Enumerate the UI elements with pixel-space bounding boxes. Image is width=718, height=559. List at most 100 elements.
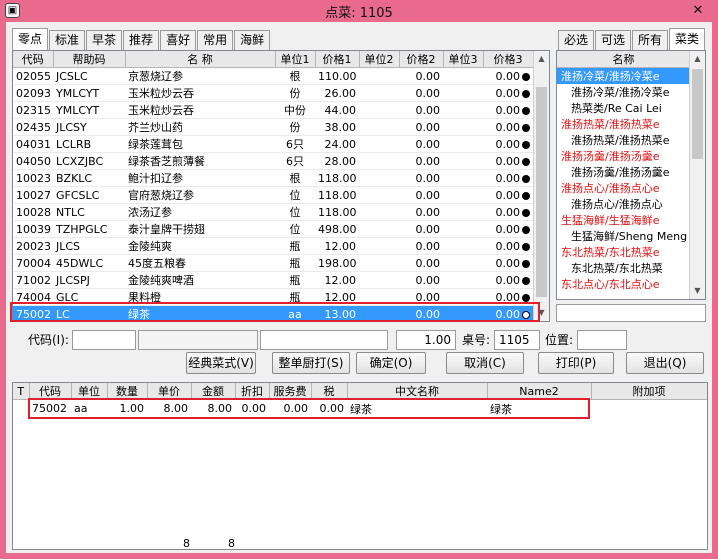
col-name[interactable]: 名 称 — [125, 51, 276, 68]
status-dot-icon — [522, 106, 530, 115]
col-price2[interactable]: 价格2 — [399, 51, 444, 68]
dish-row[interactable]: 71002 JLCSPJ 金陵纯爽啤酒瓶 12.00 0.00 0.00 — [13, 271, 533, 289]
category-item[interactable]: 淮扬汤羹/淮扬汤羹e — [557, 164, 691, 180]
print-button[interactable]: 打印(P) — [538, 352, 614, 374]
print-kitchen-button[interactable]: 整单厨打(S) — [272, 352, 350, 374]
col-amount[interactable]: 金额 — [191, 383, 236, 400]
category-item[interactable]: 淮扬冷菜/淮扬冷菜e — [557, 84, 691, 100]
tab-suoyou[interactable]: 所有 — [632, 30, 669, 50]
col-name2[interactable]: Name2 — [487, 383, 592, 400]
col-tax[interactable]: 税 — [311, 383, 348, 400]
order-row[interactable]: 75002 aa 1.00 8.00 8.00 0.00 0.00 0.00 绿… — [13, 400, 707, 418]
col-help[interactable]: 帮助码 — [53, 51, 126, 68]
category-item[interactable]: 淮扬点心/淮扬点心e — [557, 180, 691, 196]
dish-code: 10023 — [13, 169, 53, 187]
dish-row[interactable]: 10039 TZHPGLC 泰汁皇牌干捞翅位 498.00 0.00 0.00 — [13, 220, 533, 238]
dish-unit2 — [359, 220, 399, 238]
category-item[interactable]: 淮扬汤羹/淮扬汤羹e — [557, 148, 691, 164]
dish-row[interactable]: 10028 NTLC 浓汤辽参位 118.00 0.00 0.00 — [13, 203, 533, 221]
col-code[interactable]: 代码 — [29, 383, 72, 400]
col-quantity[interactable]: 数量 — [107, 383, 148, 400]
close-icon[interactable]: ✕ — [682, 0, 714, 22]
col-chinese-name[interactable]: 中文名称 — [347, 383, 488, 400]
dish-row[interactable]: 70004 45DWLC 45度五粮春瓶 198.00 0.00 0.00 — [13, 254, 533, 272]
category-item[interactable]: 生猛海鲜/生猛海鲜e — [557, 212, 691, 228]
tab-haixian[interactable]: 海鲜 — [234, 30, 271, 50]
dish-row[interactable]: 10027 GFCSLC 官府葱烧辽参位 118.00 0.00 0.00 — [13, 186, 533, 204]
classic-dishes-button[interactable]: 经典菜式(V) — [186, 352, 256, 374]
dish-row[interactable]: 04031 LCLRB 绿茶莲茸包 6只 24.00 0.00 0.00 — [13, 135, 533, 153]
dish-row[interactable]: 75002 LC 绿茶 aa 13.00 0.00 0.00 — [13, 305, 533, 321]
col-extra[interactable]: 附加项 — [591, 383, 707, 400]
dish-row[interactable]: 02093 YMLCYT 玉米粒炒云吞份 26.00 0.00 0.00 — [13, 84, 533, 102]
col-price1[interactable]: 价格1 — [315, 51, 360, 68]
col-t[interactable]: T — [13, 383, 30, 400]
dish-name: 金陵纯爽 — [125, 237, 275, 255]
scroll-thumb[interactable] — [692, 69, 703, 159]
dish-row[interactable]: 74004 GLC 果料橙瓶 12.00 0.00 0.00 — [13, 288, 533, 306]
dish-name: 鲍汁扣辽参 — [125, 169, 275, 187]
scroll-down-icon[interactable]: ▼ — [534, 305, 549, 321]
app-icon: ▣ — [5, 3, 20, 18]
scroll-up-icon[interactable]: ▲ — [690, 51, 705, 67]
dish-row[interactable]: 10023 BZKLC 鲍汁扣辽参根 118.00 0.00 0.00 — [13, 169, 533, 187]
scroll-down-icon[interactable]: ▼ — [690, 283, 705, 299]
code-input[interactable] — [72, 330, 136, 350]
category-item[interactable]: 热菜类/Re Cai Lei — [557, 100, 691, 116]
dish-unit1: 瓶 — [275, 288, 315, 306]
memo-input[interactable] — [260, 330, 388, 350]
col-discount[interactable]: 折扣 — [235, 383, 270, 400]
category-scrollbar[interactable]: ▲ ▼ — [689, 51, 705, 299]
category-item[interactable]: 东北热菜/东北热菜e — [557, 244, 691, 260]
dish-row[interactable]: 02055 JCSLC 京葱烧辽参根 110.00 0.00 0.00 — [13, 67, 533, 85]
exit-button[interactable]: 退出(Q) — [626, 352, 704, 374]
status-dot-icon — [522, 225, 530, 234]
col-price[interactable]: 单价 — [147, 383, 192, 400]
order-chinese-name: 绿茶 — [350, 402, 372, 416]
dish-unit3 — [443, 84, 483, 102]
tab-bixuan[interactable]: 必选 — [558, 30, 595, 50]
category-item[interactable]: 淮扬热菜/淮扬热菜e — [557, 116, 691, 132]
cancel-button[interactable]: 取消(C) — [446, 352, 524, 374]
tab-changyong[interactable]: 常用 — [197, 30, 234, 50]
category-item[interactable]: 生猛海鲜/Sheng Meng H — [557, 228, 691, 244]
tab-zaocha[interactable]: 早茶 — [86, 30, 123, 50]
dish-row[interactable]: 20023 JLCS 金陵纯爽瓶 12.00 0.00 0.00 — [13, 237, 533, 255]
col-unit1[interactable]: 单位1 — [275, 51, 316, 68]
position-input[interactable] — [577, 330, 627, 350]
dish-grid-scrollbar[interactable]: ▲ ▼ — [533, 51, 549, 321]
dish-row[interactable]: 02435 JLCSY 芥兰炒山药份 38.00 0.00 0.00 — [13, 118, 533, 136]
category-item[interactable]: 淮扬热菜/淮扬热菜e — [557, 132, 691, 148]
dish-row[interactable]: 04050 LCXZJBC 绿茶香芝煎薄餐 6只 28.00 0.00 0.00 — [13, 152, 533, 170]
tab-cailei[interactable]: 菜类 — [669, 28, 706, 50]
table-number-input[interactable]: 1105 — [494, 330, 540, 350]
tab-kexuan[interactable]: 可选 — [595, 30, 632, 50]
category-item[interactable]: 东北点心/东北点心e — [557, 276, 691, 292]
category-search-field[interactable] — [556, 304, 706, 322]
scroll-up-icon[interactable]: ▲ — [534, 51, 549, 67]
dish-price1: 118.00 — [315, 169, 359, 187]
col-price3[interactable]: 价格3 — [483, 51, 534, 68]
quantity-input[interactable]: 1.00 — [396, 330, 456, 350]
scroll-thumb[interactable] — [536, 87, 547, 297]
tab-tuijian[interactable]: 推荐 — [123, 30, 160, 50]
category-item[interactable]: 淮扬冷菜/淮扬冷菜e — [557, 67, 691, 84]
dish-help: NTLC — [53, 203, 125, 221]
col-code[interactable]: 代码 — [13, 51, 54, 68]
tab-xihao[interactable]: 喜好 — [160, 30, 197, 50]
col-unit2[interactable]: 单位2 — [359, 51, 400, 68]
col-unit[interactable]: 单位 — [71, 383, 108, 400]
tab-biaozhun[interactable]: 标准 — [49, 30, 86, 50]
dish-unit2 — [359, 118, 399, 136]
category-item[interactable]: 淮扬点心/淮扬点心 — [557, 196, 691, 212]
dish-row[interactable]: 02315 YMLCYT 玉米粒炒云吞 中份 44.00 0.00 0.00 — [13, 101, 533, 119]
dish-help: YMLCYT — [53, 84, 125, 102]
dish-price2: 0.00 — [399, 254, 443, 272]
col-service-fee[interactable]: 服务费 — [269, 383, 312, 400]
category-label: 东北热菜/东北热菜e — [561, 246, 660, 259]
ok-button[interactable]: 确定(O) — [356, 352, 426, 374]
name-input[interactable] — [138, 330, 258, 350]
category-item[interactable]: 东北热菜/东北热菜 — [557, 260, 691, 276]
col-unit3[interactable]: 单位3 — [443, 51, 484, 68]
tab-lingdian[interactable]: 零点 — [12, 28, 49, 50]
